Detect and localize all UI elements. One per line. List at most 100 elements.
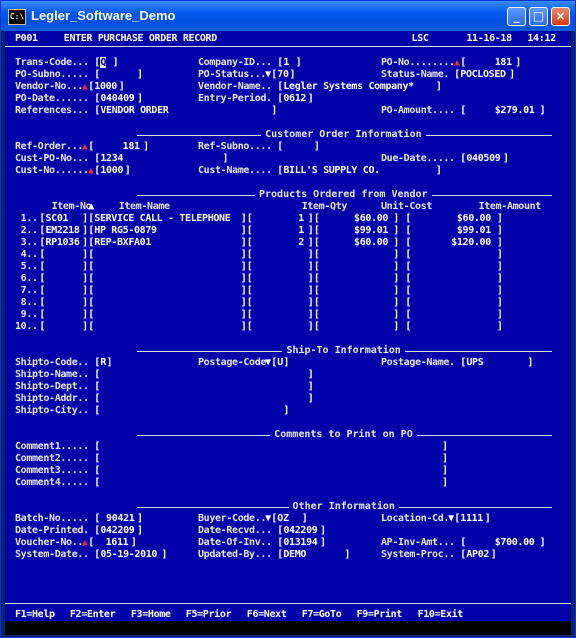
unit-cost-input[interactable] bbox=[320, 249, 388, 261]
fkey-f1-help[interactable]: F1=Help bbox=[15, 609, 55, 621]
unit-cost-input[interactable] bbox=[320, 321, 388, 333]
item-amount-input[interactable] bbox=[412, 309, 491, 321]
date-of-inv-input[interactable]: 013194 bbox=[283, 537, 317, 549]
item-qty-input[interactable] bbox=[253, 309, 304, 321]
item-qty-input[interactable] bbox=[253, 321, 304, 333]
item-amount-input[interactable] bbox=[412, 321, 491, 333]
item-qty-input[interactable]: 1 bbox=[253, 213, 304, 225]
item-amount-input[interactable] bbox=[412, 273, 491, 285]
company-id-input[interactable]: 1 bbox=[283, 57, 294, 69]
status-name-input[interactable]: POCLOSED bbox=[460, 69, 506, 81]
item-qty-input[interactable]: 1 bbox=[253, 225, 304, 237]
location-cd-input[interactable]: 1111 bbox=[460, 513, 483, 525]
item-no-input[interactable] bbox=[46, 309, 80, 321]
title-bar[interactable]: C:\ Legler_Software_Demo _ □ × bbox=[1, 1, 575, 31]
terminal-screen[interactable]: P001 ENTER PURCHASE ORDER RECORD LSC 11-16-… bbox=[5, 31, 571, 635]
system-date-input[interactable]: 05-19-2010 bbox=[100, 549, 157, 561]
buyer-code-input[interactable]: OZ bbox=[277, 513, 300, 525]
item-no-sort-icon[interactable]: ▲ bbox=[88, 201, 94, 213]
fkey-f6-next[interactable]: F6=Next bbox=[247, 609, 287, 621]
fkey-f3-home[interactable]: F3=Home bbox=[131, 609, 171, 621]
item-name-input[interactable]: SERVICE CALL - TELEPHONE bbox=[94, 213, 230, 225]
unit-cost-input[interactable]: $60.00 bbox=[320, 237, 388, 249]
unit-cost-input[interactable] bbox=[320, 285, 388, 297]
shipto-name-input[interactable] bbox=[100, 369, 293, 381]
cust-po-no-input[interactable]: 1234 bbox=[100, 153, 213, 165]
entry-period-input[interactable]: 0612 bbox=[283, 93, 306, 105]
item-no-input[interactable] bbox=[46, 273, 80, 285]
shipto-city-input[interactable] bbox=[100, 405, 270, 417]
system-proc-input[interactable]: AP02 bbox=[466, 549, 489, 561]
po-amount-input[interactable]: $279.01 bbox=[466, 105, 535, 117]
item-amount-input[interactable] bbox=[412, 297, 491, 309]
item-no-input[interactable] bbox=[46, 297, 80, 309]
maximize-button[interactable]: □ bbox=[529, 7, 548, 26]
date-recvd-input[interactable]: 042209 bbox=[283, 525, 317, 537]
comment-1-input[interactable] bbox=[100, 441, 418, 453]
shipto-dept-input[interactable] bbox=[100, 381, 293, 393]
item-name-input[interactable] bbox=[94, 309, 230, 321]
vendor-name-input[interactable]: Legler Systems Company* bbox=[283, 81, 425, 93]
item-qty-input[interactable] bbox=[253, 273, 304, 285]
postage-code-input[interactable]: U bbox=[277, 357, 283, 369]
item-amount-input[interactable] bbox=[412, 249, 491, 261]
item-qty-input[interactable] bbox=[253, 297, 304, 309]
item-no-input[interactable] bbox=[46, 285, 80, 297]
cust-name-input[interactable]: BILL'S SUPPLY CO. bbox=[283, 165, 425, 177]
fkey-f5-prior[interactable]: F5=Prior bbox=[186, 609, 232, 621]
postage-code-dropdown-icon[interactable]: ▼ bbox=[265, 357, 271, 369]
po-date-input[interactable]: 040409 bbox=[100, 93, 134, 105]
postage-name-input[interactable]: UPS bbox=[466, 357, 523, 369]
updated-by-input[interactable]: DEMO bbox=[283, 549, 340, 561]
ref-subno-input[interactable] bbox=[283, 141, 311, 153]
batch-no-input[interactable]: 90421 bbox=[100, 513, 135, 525]
fkey-f9-print[interactable]: F9=Print bbox=[357, 609, 403, 621]
item-name-input[interactable]: HP RG5-0879 bbox=[94, 225, 230, 237]
comment-3-input[interactable] bbox=[100, 465, 418, 477]
console-app-icon[interactable]: C:\ bbox=[8, 9, 26, 25]
item-name-input[interactable] bbox=[94, 321, 230, 333]
item-name-input[interactable] bbox=[94, 285, 230, 297]
fkey-f10-exit[interactable]: F10=Exit bbox=[418, 609, 464, 621]
item-no-input[interactable]: SC01 bbox=[46, 213, 80, 225]
references-input[interactable]: VENDOR ORDER bbox=[100, 105, 259, 117]
item-qty-input[interactable] bbox=[253, 249, 304, 261]
item-name-input[interactable] bbox=[94, 273, 230, 285]
ref-order-input[interactable]: 181 bbox=[94, 141, 140, 153]
item-qty-input[interactable] bbox=[253, 261, 304, 273]
unit-cost-input[interactable]: $99.01 bbox=[320, 225, 388, 237]
fkey-f7-goto[interactable]: F7=GoTo bbox=[302, 609, 342, 621]
po-status-dropdown-icon[interactable]: ▼ bbox=[265, 69, 271, 81]
po-status-input[interactable]: 70 bbox=[277, 69, 289, 81]
trans-code-input[interactable]: Q bbox=[100, 57, 111, 69]
fkey-f2-enter[interactable]: F2=Enter bbox=[70, 609, 116, 621]
po-no-input[interactable]: 181 bbox=[466, 57, 512, 69]
comment-4-input[interactable] bbox=[100, 477, 418, 489]
voucher-no-input[interactable]: 1611 bbox=[94, 537, 129, 549]
item-amount-input[interactable] bbox=[412, 285, 491, 297]
shipto-code-input[interactable]: R bbox=[100, 357, 106, 369]
location-cd-dropdown-icon[interactable]: ▼ bbox=[448, 513, 454, 525]
item-amount-input[interactable]: $99.01 bbox=[412, 225, 491, 237]
item-name-input[interactable]: REP-BXFA01 bbox=[94, 237, 230, 249]
due-date-input[interactable]: 040509 bbox=[466, 153, 500, 165]
unit-cost-input[interactable] bbox=[320, 273, 388, 285]
unit-cost-input[interactable]: $60.00 bbox=[320, 213, 388, 225]
item-name-input[interactable] bbox=[94, 261, 230, 273]
item-name-input[interactable] bbox=[94, 249, 230, 261]
unit-cost-input[interactable] bbox=[320, 297, 388, 309]
item-no-input[interactable] bbox=[46, 249, 80, 261]
minimize-button[interactable]: _ bbox=[507, 7, 526, 26]
item-no-input[interactable]: RP1036 bbox=[46, 237, 80, 249]
po-subno-input[interactable] bbox=[100, 69, 134, 81]
item-qty-input[interactable]: 2 bbox=[253, 237, 304, 249]
vendor-no-input[interactable]: 1000 bbox=[94, 81, 117, 93]
shipto-addr-input[interactable] bbox=[100, 393, 293, 405]
item-qty-input[interactable] bbox=[253, 285, 304, 297]
unit-cost-input[interactable] bbox=[320, 261, 388, 273]
item-amount-input[interactable]: $120.00 bbox=[412, 237, 491, 249]
item-no-input[interactable]: EM2218 bbox=[46, 225, 80, 237]
item-no-input[interactable] bbox=[46, 261, 80, 273]
ap-inv-amt-input[interactable]: $700.00 bbox=[466, 537, 535, 549]
close-button[interactable]: × bbox=[551, 7, 570, 26]
